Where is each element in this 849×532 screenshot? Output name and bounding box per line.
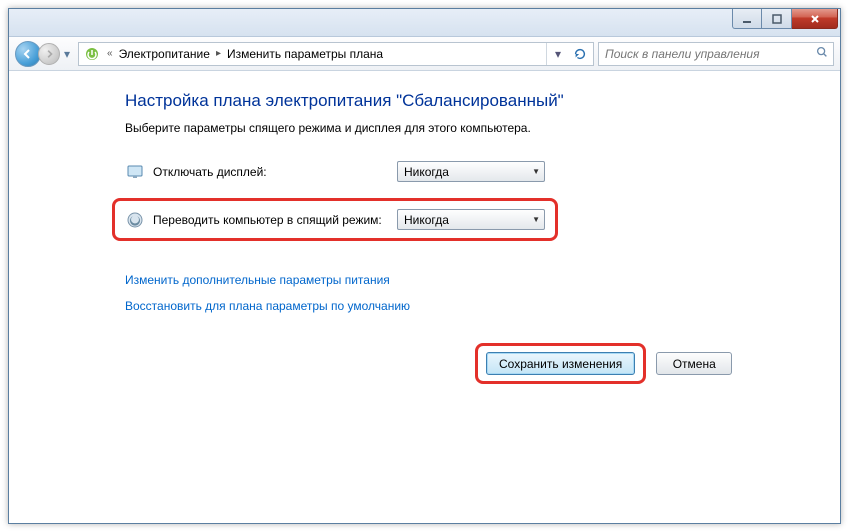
refresh-button[interactable] [569,43,591,65]
display-off-dropdown[interactable]: Никогда ▼ [397,161,545,182]
link-restore-defaults[interactable]: Восстановить для плана параметры по умол… [125,299,840,313]
sleep-label: Переводить компьютер в спящий режим: [153,213,397,227]
maximize-button[interactable] [762,9,792,29]
links-section: Изменить дополнительные параметры питани… [125,273,840,313]
search-icon[interactable] [815,45,829,62]
highlight-save-button: Сохранить изменения [475,343,646,384]
search-box[interactable] [598,42,834,66]
sleep-value: Никогда [404,213,449,227]
highlight-sleep-row: Переводить компьютер в спящий режим: Ник… [112,198,558,241]
content-area: Настройка плана электропитания "Сбаланси… [9,71,840,523]
chevron-right-icon: ▸ [212,48,225,59]
search-input[interactable] [603,46,815,62]
breadcrumb-root[interactable]: Электропитание [117,47,212,61]
page-title: Настройка плана электропитания "Сбаланси… [125,91,840,111]
setting-row-display: Отключать дисплей: Никогда ▼ [125,161,840,182]
button-row: Сохранить изменения Отмена [125,343,840,384]
link-advanced-settings[interactable]: Изменить дополнительные параметры питани… [125,273,840,287]
display-off-value: Никогда [404,165,449,179]
cancel-button[interactable]: Отмена [656,352,732,375]
chevron-down-icon: ▼ [532,215,540,224]
page-subheading: Выберите параметры спящего режима и дисп… [125,121,840,135]
sleep-dropdown[interactable]: Никогда ▼ [397,209,545,230]
window-controls [732,9,838,29]
close-button[interactable] [792,9,838,29]
breadcrumb-current[interactable]: Изменить параметры плана [225,47,385,61]
nav-row: ▾ « Электропитание ▸ Изменить параметры … [9,37,840,71]
breadcrumb-dropdown-button[interactable]: ▾ [547,43,569,65]
display-off-label: Отключать дисплей: [153,165,397,179]
forward-button[interactable] [38,43,60,65]
sleep-icon [125,210,145,230]
breadcrumb-up-icon[interactable]: « [103,48,117,59]
save-button[interactable]: Сохранить изменения [486,352,635,375]
power-plan-icon [83,45,101,63]
minimize-button[interactable] [732,9,762,29]
breadcrumb[interactable]: « Электропитание ▸ Изменить параметры пл… [78,42,594,66]
window: ▾ « Электропитание ▸ Изменить параметры … [8,8,841,524]
display-icon [125,162,145,182]
history-dropdown-button[interactable]: ▾ [60,44,74,64]
nav-buttons: ▾ [15,41,74,67]
titlebar [9,9,840,37]
chevron-down-icon: ▼ [532,167,540,176]
